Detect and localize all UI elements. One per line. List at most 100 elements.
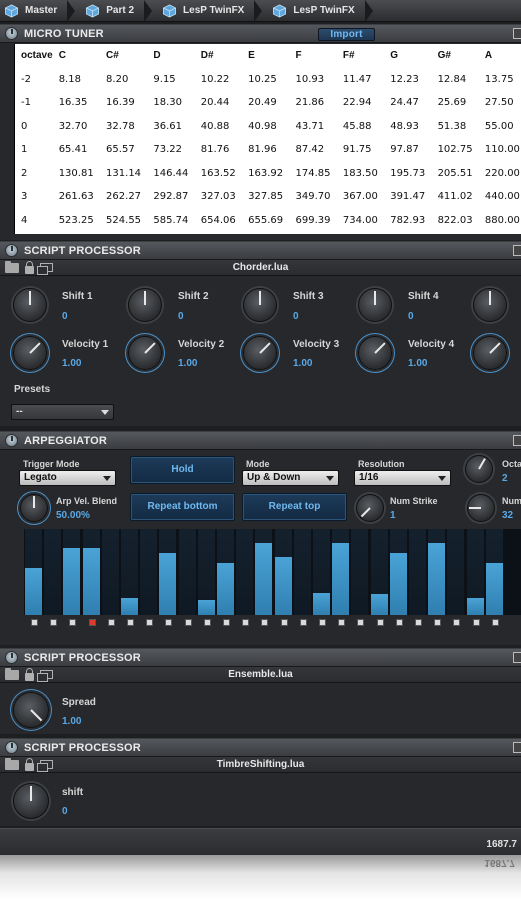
step-indicator[interactable] — [31, 619, 38, 626]
table-cell[interactable]: 3 — [15, 185, 53, 209]
breadcrumb-item-master[interactable]: Master — [0, 0, 81, 22]
velocity-4-knob[interactable] — [358, 336, 392, 370]
presets-dropdown[interactable]: -- — [11, 404, 114, 420]
spread-knob[interactable] — [13, 692, 49, 728]
table-cell[interactable]: 24.47 — [384, 91, 431, 115]
table-cell[interactable]: 22.94 — [337, 91, 384, 115]
step-column[interactable] — [389, 529, 407, 615]
step-column[interactable] — [159, 529, 177, 615]
table-cell[interactable]: 0 — [15, 115, 53, 139]
step-column[interactable] — [121, 529, 138, 615]
table-cell[interactable]: 585.74 — [147, 209, 194, 233]
table-cell[interactable]: -1 — [15, 91, 53, 115]
table-row[interactable]: 4 523.25 524.55 585.74 654.06 655.69 699.39 734… — [15, 209, 521, 233]
table-cell[interactable]: 81.76 — [195, 138, 242, 162]
step-column[interactable] — [82, 529, 100, 615]
step-indicator[interactable] — [184, 619, 192, 626]
step-column[interactable] — [274, 529, 292, 615]
shift-2-knob[interactable] — [128, 288, 162, 322]
vel-blend-knob[interactable] — [20, 494, 48, 522]
table-cell[interactable]: 32.70 — [53, 115, 100, 139]
power-icon[interactable] — [5, 651, 18, 664]
step-column[interactable] — [236, 529, 254, 615]
step-column[interactable] — [428, 529, 446, 615]
window-icon[interactable] — [513, 435, 521, 446]
window-icon[interactable] — [513, 742, 521, 753]
step-indicator[interactable] — [376, 619, 384, 626]
table-cell[interactable]: 1049.09 — [100, 232, 147, 234]
table-cell[interactable]: 25.69 — [432, 91, 479, 115]
table-cell[interactable]: 654.06 — [195, 209, 242, 233]
step-column[interactable] — [44, 529, 62, 615]
table-row[interactable]: 1 65.41 65.57 73.22 81.76 81.96 87.42 91.75 97.8… — [15, 138, 521, 162]
step-indicator[interactable] — [453, 619, 461, 626]
table-cell[interactable]: 12.84 — [432, 68, 479, 92]
step-column[interactable] — [178, 529, 196, 615]
table-cell[interactable]: 349.70 — [289, 185, 336, 209]
table-cell[interactable]: 9.15 — [147, 68, 194, 92]
step-indicator[interactable] — [434, 619, 442, 626]
table-cell[interactable]: 131.14 — [100, 162, 147, 186]
step-indicator[interactable] — [146, 619, 154, 626]
step-indicator[interactable] — [242, 619, 250, 626]
table-cell[interactable]: 5 — [15, 232, 53, 234]
table-cell[interactable]: 110.00 — [479, 138, 521, 162]
table-cell[interactable]: 40.88 — [195, 115, 242, 139]
table-cell[interactable]: 18.30 — [147, 91, 194, 115]
table-cell[interactable]: 327.85 — [242, 185, 289, 209]
table-cell[interactable]: 20.49 — [242, 91, 289, 115]
step-column[interactable] — [255, 529, 273, 615]
tuning-table[interactable]: octave C C# D D# E F F# G G# A -2 8.18 8.20 9.15 10.22… — [14, 44, 521, 234]
step-column[interactable] — [140, 529, 158, 615]
table-cell[interactable]: 65.57 — [100, 138, 147, 162]
window-icon[interactable] — [513, 28, 521, 39]
table-cell[interactable]: 1171.49 — [147, 232, 194, 234]
step-indicator[interactable] — [357, 619, 365, 626]
step-indicator[interactable] — [395, 619, 403, 626]
table-cell[interactable]: 391.47 — [384, 185, 431, 209]
table-cell[interactable]: 32.78 — [100, 115, 147, 139]
window-icon[interactable] — [513, 652, 521, 663]
step-indicator[interactable] — [127, 619, 134, 626]
velocity-3-knob[interactable] — [243, 336, 277, 370]
step-indicator[interactable] — [88, 619, 96, 626]
step-indicator[interactable] — [69, 619, 77, 626]
table-row[interactable]: 2 130.81 131.14 146.44 163.52 163.92 174.85 183… — [15, 162, 521, 186]
table-cell[interactable]: 1 — [15, 138, 53, 162]
velocity-2-knob[interactable] — [128, 336, 162, 370]
breadcrumb-item-layer[interactable]: LesP TwinFX — [158, 0, 268, 22]
table-cell[interactable]: 1468.01 — [337, 232, 384, 234]
table-cell[interactable]: 1760.00 — [479, 232, 521, 234]
table-cell[interactable]: 880.00 — [479, 209, 521, 233]
mode-dropdown[interactable]: Up & Down — [242, 470, 339, 486]
table-cell[interactable]: 55.00 — [479, 115, 521, 139]
octaves-knob[interactable] — [465, 455, 493, 483]
step-column[interactable] — [63, 529, 81, 615]
breadcrumb-item-current[interactable]: LesP TwinFX — [268, 0, 378, 22]
step-indicator[interactable] — [223, 619, 230, 626]
table-cell[interactable]: 130.81 — [53, 162, 100, 186]
step-column[interactable] — [293, 529, 311, 615]
step-column[interactable] — [351, 529, 369, 615]
table-cell[interactable]: 183.50 — [337, 162, 384, 186]
table-cell[interactable]: 146.44 — [147, 162, 194, 186]
shift-knob[interactable] — [13, 783, 49, 819]
power-icon[interactable] — [5, 244, 18, 257]
power-icon[interactable] — [5, 741, 18, 754]
table-cell[interactable]: 45.88 — [337, 115, 384, 139]
step-column[interactable] — [447, 529, 465, 615]
num-strike-knob[interactable] — [356, 494, 384, 522]
table-cell[interactable]: 21.86 — [289, 91, 336, 115]
table-cell[interactable]: 48.93 — [384, 115, 431, 139]
table-cell[interactable]: 51.38 — [432, 115, 479, 139]
step-column[interactable] — [197, 529, 215, 615]
table-cell[interactable]: 1644.06 — [432, 232, 479, 234]
step-column[interactable] — [370, 529, 388, 615]
table-cell[interactable]: -2 — [15, 68, 53, 92]
table-cell[interactable]: 1398.79 — [289, 232, 336, 234]
table-cell[interactable]: 367.00 — [337, 185, 384, 209]
table-cell[interactable]: 13.75 — [479, 68, 521, 92]
table-cell[interactable]: 205.51 — [432, 162, 479, 186]
table-cell[interactable]: 81.96 — [242, 138, 289, 162]
table-cell[interactable]: 87.42 — [289, 138, 336, 162]
